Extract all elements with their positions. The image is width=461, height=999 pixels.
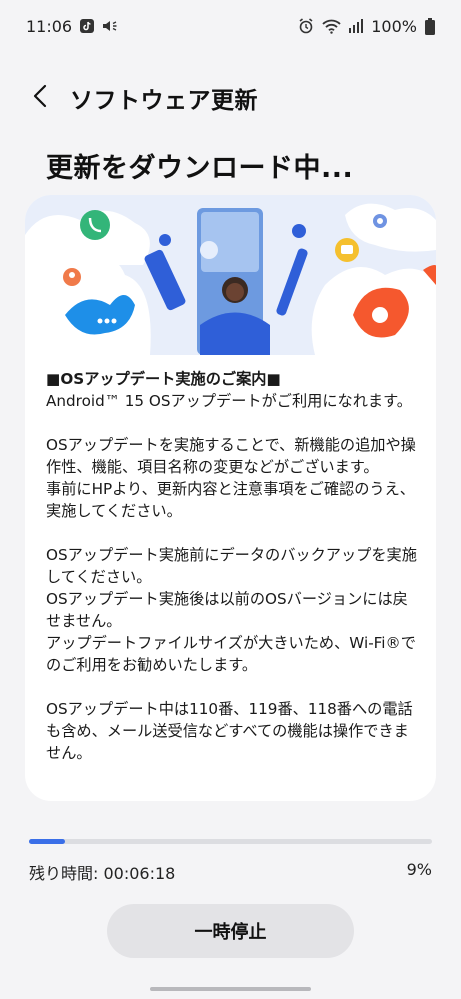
update-info-card[interactable]: ■OSアップデート実施のご案内■ Android™ 15 OSアップデートがご利… — [25, 195, 436, 801]
tiktok-notification-icon — [80, 19, 95, 33]
home-indicator[interactable] — [150, 987, 311, 991]
remaining-time: 残り時間: 00:06:18 — [29, 864, 176, 883]
wifi-icon — [322, 19, 341, 34]
app-bar: ソフトウェア更新 — [0, 72, 461, 124]
status-time: 11:06 — [26, 16, 73, 36]
signal-icon — [349, 19, 364, 33]
battery-percent: 100% — [371, 16, 417, 36]
notice-title: ■OSアップデート実施のご案内■ — [46, 370, 281, 388]
speaker-notification-icon — [102, 19, 118, 33]
pause-button[interactable]: 一時停止 — [107, 904, 354, 958]
notice-text: ■OSアップデート実施のご案内■ Android™ 15 OSアップデートがご利… — [46, 368, 421, 793]
notice-paragraph: OSアップデート中は110番、119番、118番への電話も含め、メール送受信など… — [46, 700, 413, 762]
notice-paragraph: Android™ 15 OSアップデートがご利用になれます。 — [46, 392, 412, 410]
page-title: ソフトウェア更新 — [70, 88, 258, 114]
update-illustration — [25, 195, 436, 355]
status-bar: 11:06 100% — [0, 0, 461, 52]
back-button[interactable] — [14, 72, 66, 124]
notice-paragraph: OSアップデート実施前にデータのバックアップを実施してください。 OSアップデー… — [46, 546, 417, 674]
status-right: 100% — [298, 17, 435, 36]
progress-percent: 9% — [406, 860, 432, 879]
download-progress-bar — [29, 839, 432, 844]
battery-icon — [425, 17, 435, 35]
status-left: 11:06 — [26, 17, 118, 36]
alarm-icon — [298, 18, 314, 34]
progress-fill — [29, 839, 65, 844]
download-headline: 更新をダウンロード中... — [46, 153, 354, 184]
chevron-left-icon — [32, 84, 48, 112]
notice-paragraph: OSアップデートを実施することで、新機能の追加や操作性、機能、項目名称の変更など… — [46, 436, 416, 520]
